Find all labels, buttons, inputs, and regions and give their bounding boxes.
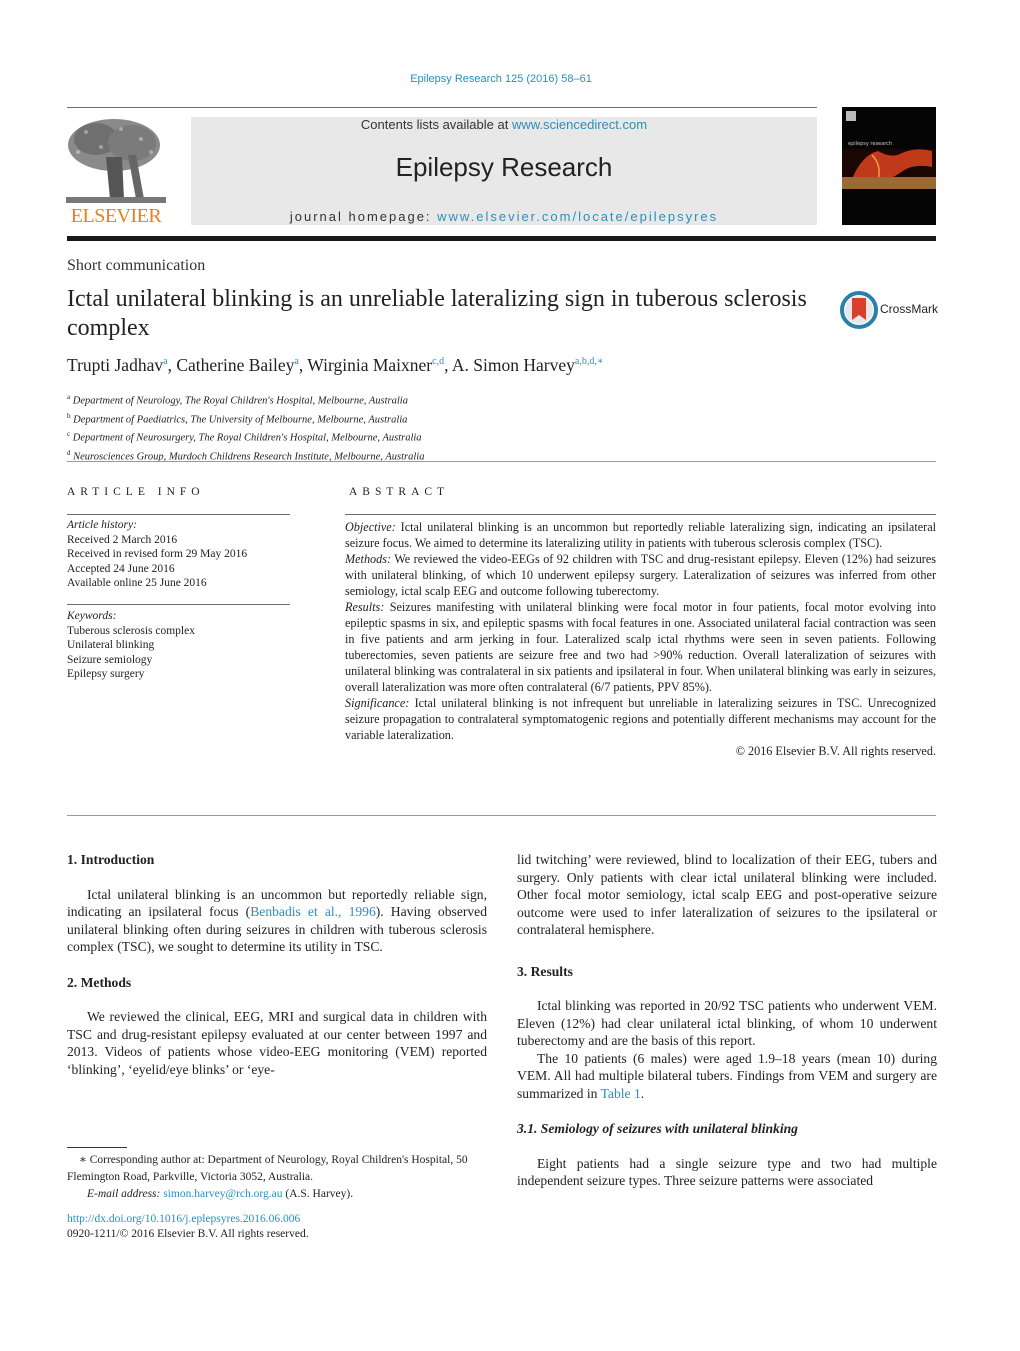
journal-citation[interactable]: Epilepsy Research 125 (2016) 58–61 <box>0 73 1002 85</box>
author-affiliation-marker[interactable]: a <box>163 356 167 367</box>
results-paragraph: Ictal blinking was reported in 20/92 TSC… <box>517 998 937 1048</box>
keyword: Tuberous sclerosis complex <box>67 624 195 637</box>
affiliation: a Department of Neurology, The Royal Chi… <box>67 390 424 409</box>
abstract-label: Results: <box>345 600 385 614</box>
keywords-label: Keywords: <box>67 610 117 622</box>
abstract-heading: ABSTRACT <box>349 486 450 498</box>
table-link[interactable]: Table 1 <box>601 1086 641 1101</box>
email-label: E-mail address: <box>87 1188 161 1200</box>
results-paragraph: The 10 patients (6 males) were aged 1.9–… <box>517 1050 937 1103</box>
abstract-end-rule <box>67 815 936 816</box>
tree-icon <box>66 119 166 203</box>
abstract-text: Ictal unilateral blinking is not infrequ… <box>345 696 936 742</box>
history-item: Received in revised form 29 May 2016 <box>67 548 248 560</box>
methods-paragraph-cont: lid twitching’ were reviewed, blind to l… <box>517 852 937 937</box>
semiology-paragraph: Eight patients had a single seizure type… <box>517 1155 937 1189</box>
author[interactable]: A. Simon Harvey <box>452 355 575 375</box>
affiliation-text: Department of Neurosurgery, The Royal Ch… <box>72 432 422 444</box>
keyword: Seizure semiology <box>67 653 153 666</box>
issn-copyright: 0920-1211/© 2016 Elsevier B.V. All right… <box>67 1227 309 1240</box>
abstract-text: We reviewed the video-EEGs of 92 childre… <box>345 552 936 598</box>
homepage-link[interactable]: www.elsevier.com/locate/epilepsyres <box>437 209 718 224</box>
abstract-results: Results: Seizures manifesting with unila… <box>345 599 936 695</box>
body-right-column: lid twitching’ were reviewed, blind to l… <box>517 851 937 1190</box>
doi-link[interactable]: http://dx.doi.org/10.1016/j.eplepsyres.2… <box>67 1212 309 1227</box>
author-affiliation-marker[interactable]: c,d <box>432 356 444 367</box>
abstract-copyright: © 2016 Elsevier B.V. All rights reserved… <box>735 744 936 758</box>
abstract-objective: Objective: Ictal unilateral blinking is … <box>345 519 936 551</box>
author[interactable]: Trupti Jadhav <box>67 355 163 375</box>
article-info-heading: ARTICLE INFO <box>67 486 205 498</box>
keywords-rule <box>67 604 290 605</box>
abstract-text: Seizures manifesting with unilateral bli… <box>345 600 936 694</box>
elsevier-wordmark: ELSEVIER <box>70 205 162 227</box>
history-item: Accepted 24 June 2016 <box>67 562 175 575</box>
article-type: Short communication <box>67 257 206 274</box>
affiliation-marker: a <box>67 393 71 401</box>
abstract-body: Objective: Ictal unilateral blinking is … <box>345 519 936 759</box>
abstract-label: Objective: <box>345 520 396 534</box>
affiliation-marker: d <box>67 448 71 457</box>
cover-title: epilepsy research <box>848 141 892 147</box>
email-link[interactable]: simon.harvey@rch.org.au <box>163 1188 282 1200</box>
contents-availability: Contents lists available at www.scienced… <box>191 117 817 132</box>
affiliation-list: a Department of Neurology, The Royal Chi… <box>67 390 424 464</box>
body-text: The 10 patients (6 males) were aged 1.9–… <box>517 1050 937 1101</box>
section-heading-results: 3. Results <box>517 963 573 979</box>
journal-name: Epilepsy Research <box>395 152 613 182</box>
intro-paragraph: Ictal unilateral blinking is an uncommon… <box>67 886 487 956</box>
methods-paragraph: We reviewed the clinical, EEG, MRI and s… <box>67 1009 487 1077</box>
article-title: Ictal unilateral blinking is an unreliab… <box>67 286 807 341</box>
history-item: Received 2 March 2016 <box>67 533 178 546</box>
abstract-significance: Significance: Ictal unilateral blinking … <box>345 695 936 743</box>
footnote-rule <box>67 1147 127 1148</box>
footnote-email: E-mail address: simon.harvey@rch.org.au … <box>67 1186 487 1203</box>
sciencedirect-link[interactable]: www.sciencedirect.com <box>512 117 647 132</box>
affiliation-text: Department of Paediatrics, The Universit… <box>73 414 408 425</box>
affiliation: b Department of Paediatrics, The Univers… <box>67 409 424 428</box>
section-heading-introduction: 1. Introduction <box>67 852 155 867</box>
crossmark-label[interactable]: CrossMark <box>880 302 938 316</box>
author-affiliation-marker[interactable]: a <box>294 356 298 367</box>
footnote-text: ∗ Corresponding author at: Department of… <box>67 1152 487 1186</box>
email-suffix: (A.S. Harvey). <box>282 1188 354 1200</box>
abstract-label: Methods: <box>345 552 392 566</box>
abstract-text: Ictal unilateral blinking is an uncommon… <box>345 520 936 550</box>
author-list: Trupti Jadhava, Catherine Baileya, Wirgi… <box>67 355 604 375</box>
footnote-marker: ∗ <box>79 1154 87 1166</box>
journal-cover-image: epilepsy research <box>842 107 936 225</box>
history-label: Article history: <box>67 519 137 531</box>
section-heading-methods: 2. Methods <box>67 974 132 990</box>
affiliation-text: Department of Neurology, The Royal Child… <box>72 395 408 407</box>
keyword: Unilateral blinking <box>67 639 155 651</box>
affiliation: c Department of Neurosurgery, The Royal … <box>67 427 424 446</box>
header-rule <box>67 107 817 108</box>
footnote-body: Corresponding author at: Department of N… <box>67 1154 468 1183</box>
affiliation-marker: c <box>67 430 71 438</box>
article-info-rule <box>67 514 290 515</box>
citation-link[interactable]: Benbadis et al., 1996 <box>250 904 376 919</box>
affiliation-marker: b <box>67 411 71 420</box>
body-left-column: 1. Introduction Ictal unilateral blinkin… <box>67 851 487 1078</box>
abstract-label: Significance: <box>345 696 410 710</box>
subsection-heading-semiology: 3.1. Semiology of seizures with unilater… <box>517 1121 798 1136</box>
author-affiliation-marker[interactable]: a,b,d,∗ <box>575 356 604 367</box>
keyword: Epilepsy surgery <box>67 668 145 680</box>
crossmark-icon <box>840 291 878 329</box>
journal-homepage: journal homepage: www.elsevier.com/locat… <box>191 209 817 224</box>
author[interactable]: Wirginia Maixner <box>307 355 432 375</box>
keywords: Keywords: Tuberous sclerosis complex Uni… <box>67 609 195 682</box>
corresponding-author-footnote: ∗ Corresponding author at: Department of… <box>67 1152 487 1203</box>
abstract-rule <box>345 514 936 515</box>
article-history: Article history: Received 2 March 2016 R… <box>67 518 247 591</box>
body-text: . <box>640 1085 645 1101</box>
title-block-rule <box>67 461 936 462</box>
abstract-methods: Methods: We reviewed the video-EEGs of 9… <box>345 551 936 599</box>
history-item: Available online 25 June 2016 <box>67 577 207 589</box>
doi-block: http://dx.doi.org/10.1016/j.eplepsyres.2… <box>67 1212 309 1241</box>
homepage-prefix: journal homepage: <box>289 209 438 224</box>
author[interactable]: Catherine Bailey <box>176 355 294 375</box>
header-thick-rule <box>67 236 936 241</box>
contents-prefix: Contents lists available at <box>360 117 512 132</box>
